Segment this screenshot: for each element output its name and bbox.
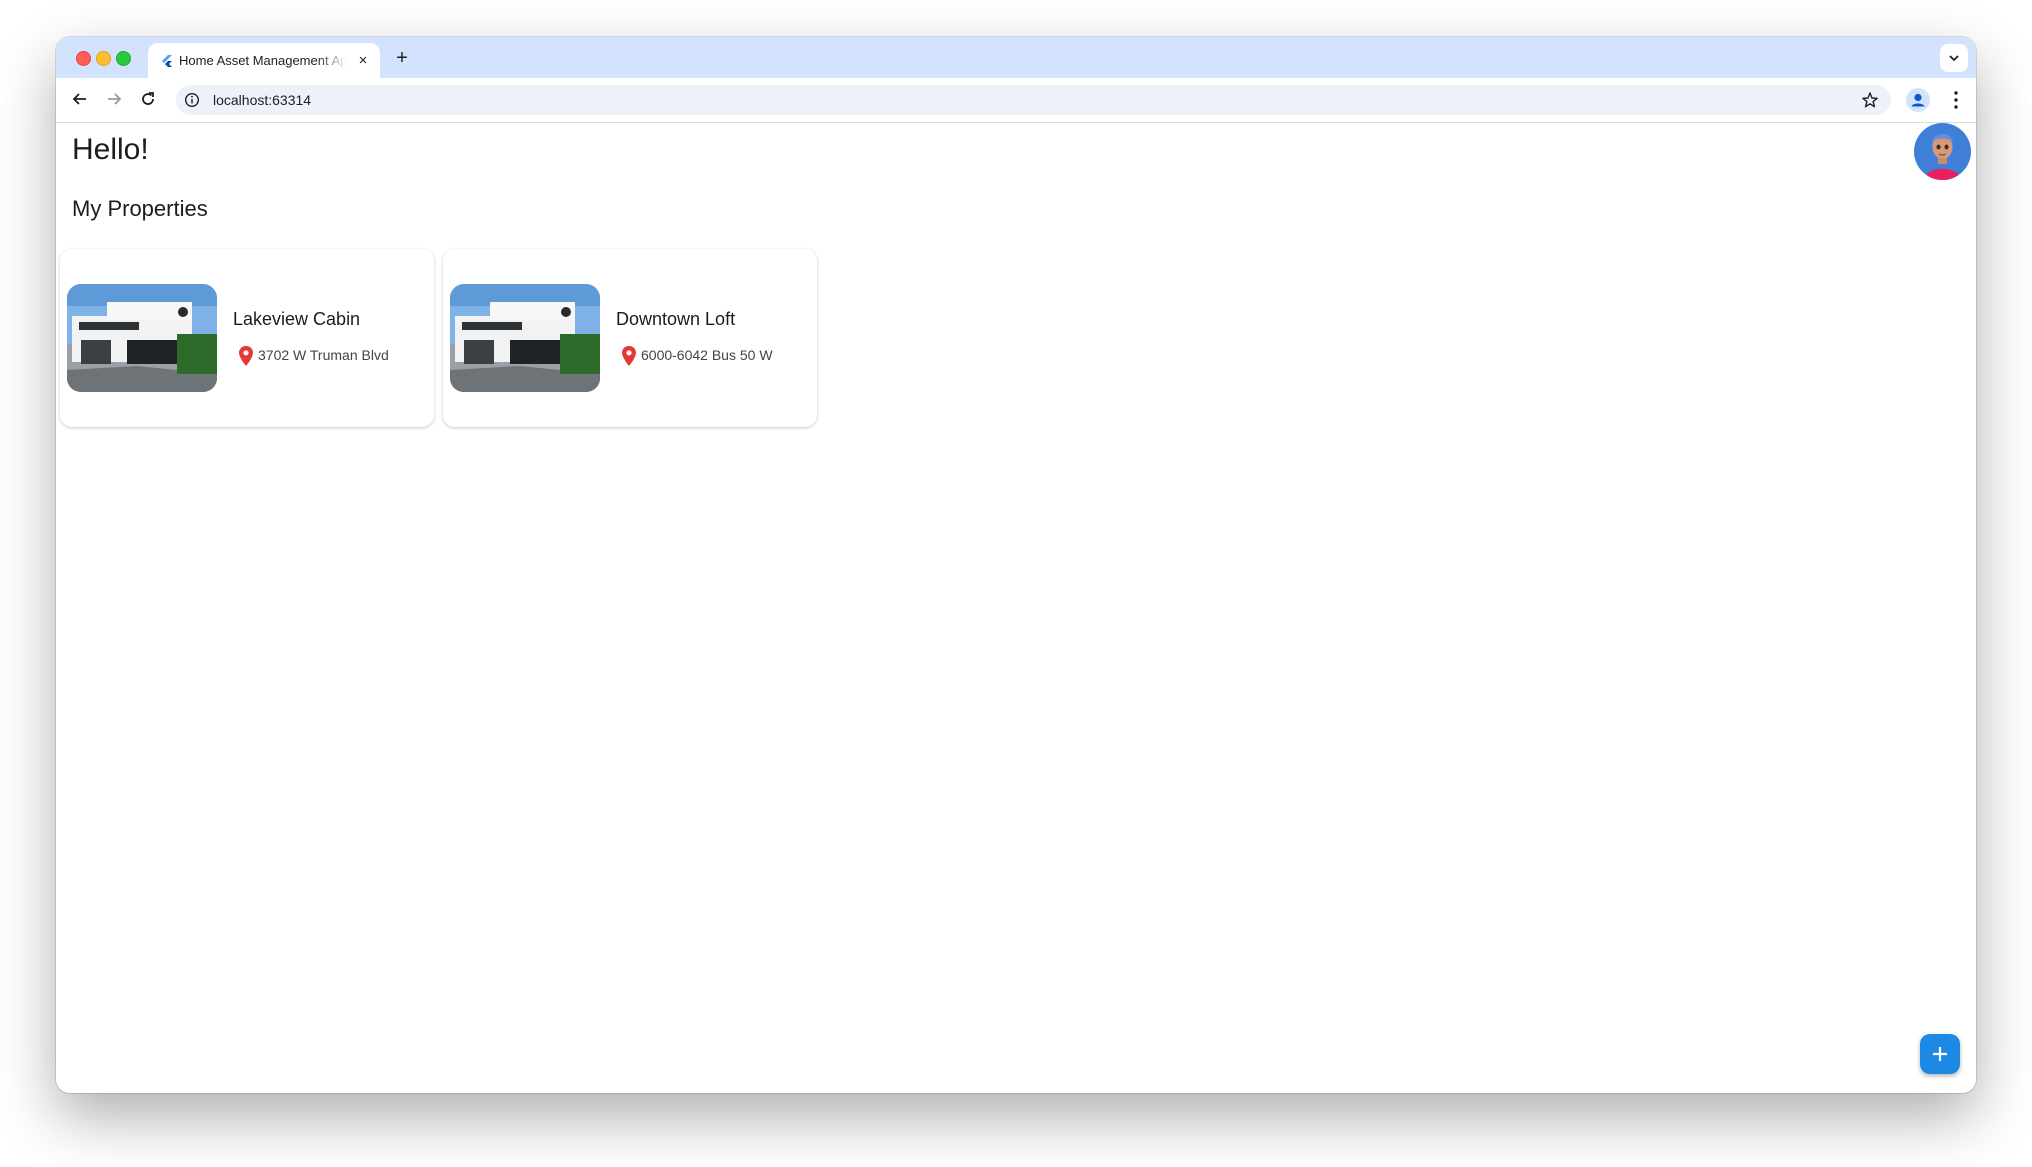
reload-icon [142,92,154,105]
tab-close-icon[interactable]: × [354,52,372,70]
new-tab-button[interactable]: + [390,46,414,70]
location-pin-icon [239,346,253,366]
property-photo [450,284,600,392]
back-button[interactable] [66,86,94,114]
location-pin-icon [622,346,636,366]
property-address: 3702 W Truman Blvd [258,347,389,363]
browser-window: Home Asset Management App × + localhost:… [56,37,1976,1093]
minimize-window-button[interactable] [96,51,111,66]
flutter-favicon-icon [162,55,172,67]
forward-button[interactable] [100,86,128,114]
reload-button[interactable] [134,86,162,114]
add-property-button[interactable] [1920,1034,1960,1074]
arrow-left-icon [72,93,86,105]
more-vertical-icon [1954,91,1958,109]
add-icon [1933,1047,1947,1061]
property-name: Downtown Loft [616,309,736,329]
bookmark-star-icon[interactable] [1861,91,1879,109]
property-card[interactable]: Downtown Loft 6000-6042 Bus 50 W [443,249,817,427]
property-address: 6000-6042 Bus 50 W [641,347,773,363]
tab-strip: Home Asset Management App × + [56,37,1976,78]
browser-toolbar: localhost:63314 [56,78,1976,123]
property-name: Lakeview Cabin [233,309,361,329]
avatar-image [1914,123,1971,180]
url-text[interactable]: localhost:63314 [213,92,311,108]
tab-search-button[interactable] [1940,44,1968,72]
browser-menu-button[interactable] [1944,87,1968,113]
property-photo [67,284,217,392]
property-list: Lakeview Cabin 3702 W Truman Blvd Downto… [60,249,1060,429]
close-window-button[interactable] [76,51,91,66]
maximize-window-button[interactable] [116,51,131,66]
user-avatar[interactable] [1914,123,1971,180]
person-icon [1911,93,1925,107]
address-bar[interactable]: localhost:63314 [176,85,1891,115]
app-content: Hello! My Properties Lakeview Cabin 3702… [56,123,1976,1093]
chevron-down-icon [1949,55,1959,62]
profile-button[interactable] [1906,88,1930,112]
property-card[interactable]: Lakeview Cabin 3702 W Truman Blvd [60,249,434,427]
greeting-heading: Hello! [72,133,149,166]
browser-tab[interactable]: Home Asset Management App × [148,43,380,78]
site-info-icon[interactable] [184,92,200,108]
tab-title: Home Asset Management App [179,53,347,68]
section-title: My Properties [72,196,208,221]
arrow-right-icon [108,93,122,105]
